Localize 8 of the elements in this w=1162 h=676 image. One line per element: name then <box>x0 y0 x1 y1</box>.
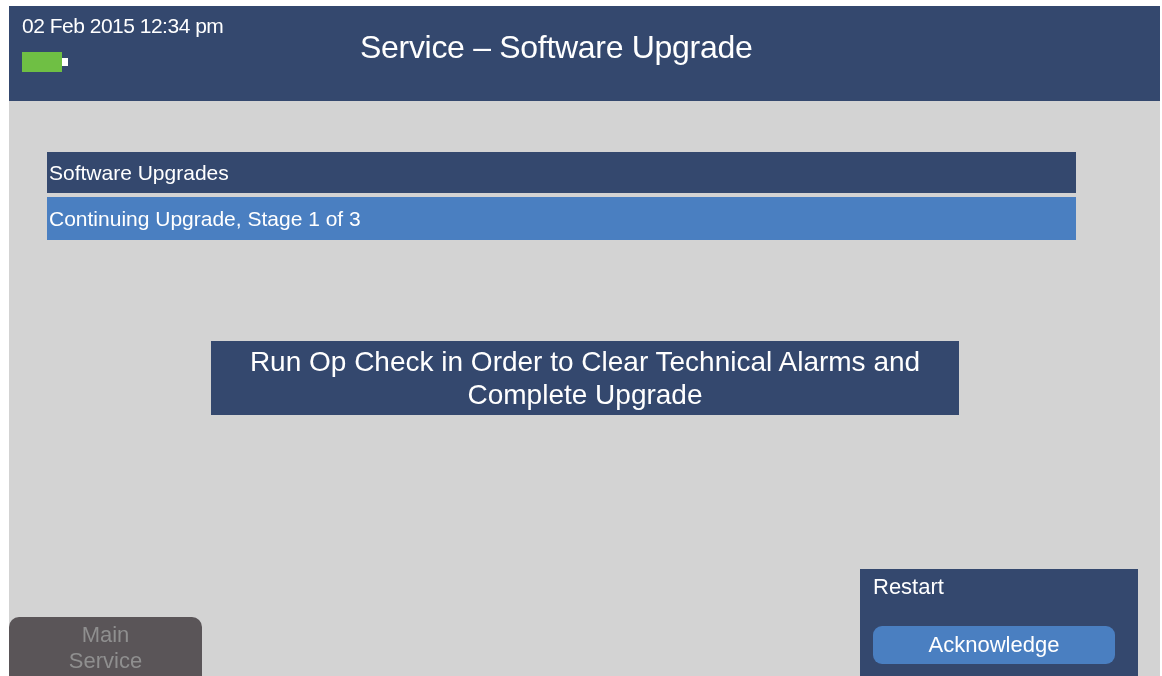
screen-title: Service – Software Upgrade <box>360 29 753 67</box>
list-header: Software Upgrades <box>47 152 1076 193</box>
list-item[interactable]: Continuing Upgrade, Stage 1 of 3 <box>47 197 1076 240</box>
acknowledge-button[interactable]: Acknowledge <box>873 626 1115 664</box>
panel-title: Restart <box>873 574 945 600</box>
battery-icon <box>22 52 69 72</box>
date-time: 02 Feb 2015 12:34 pm <box>22 14 225 38</box>
message-banner: Run Op Check in Order to Clear Technical Alarms and Complete Upgrade <box>211 341 959 415</box>
